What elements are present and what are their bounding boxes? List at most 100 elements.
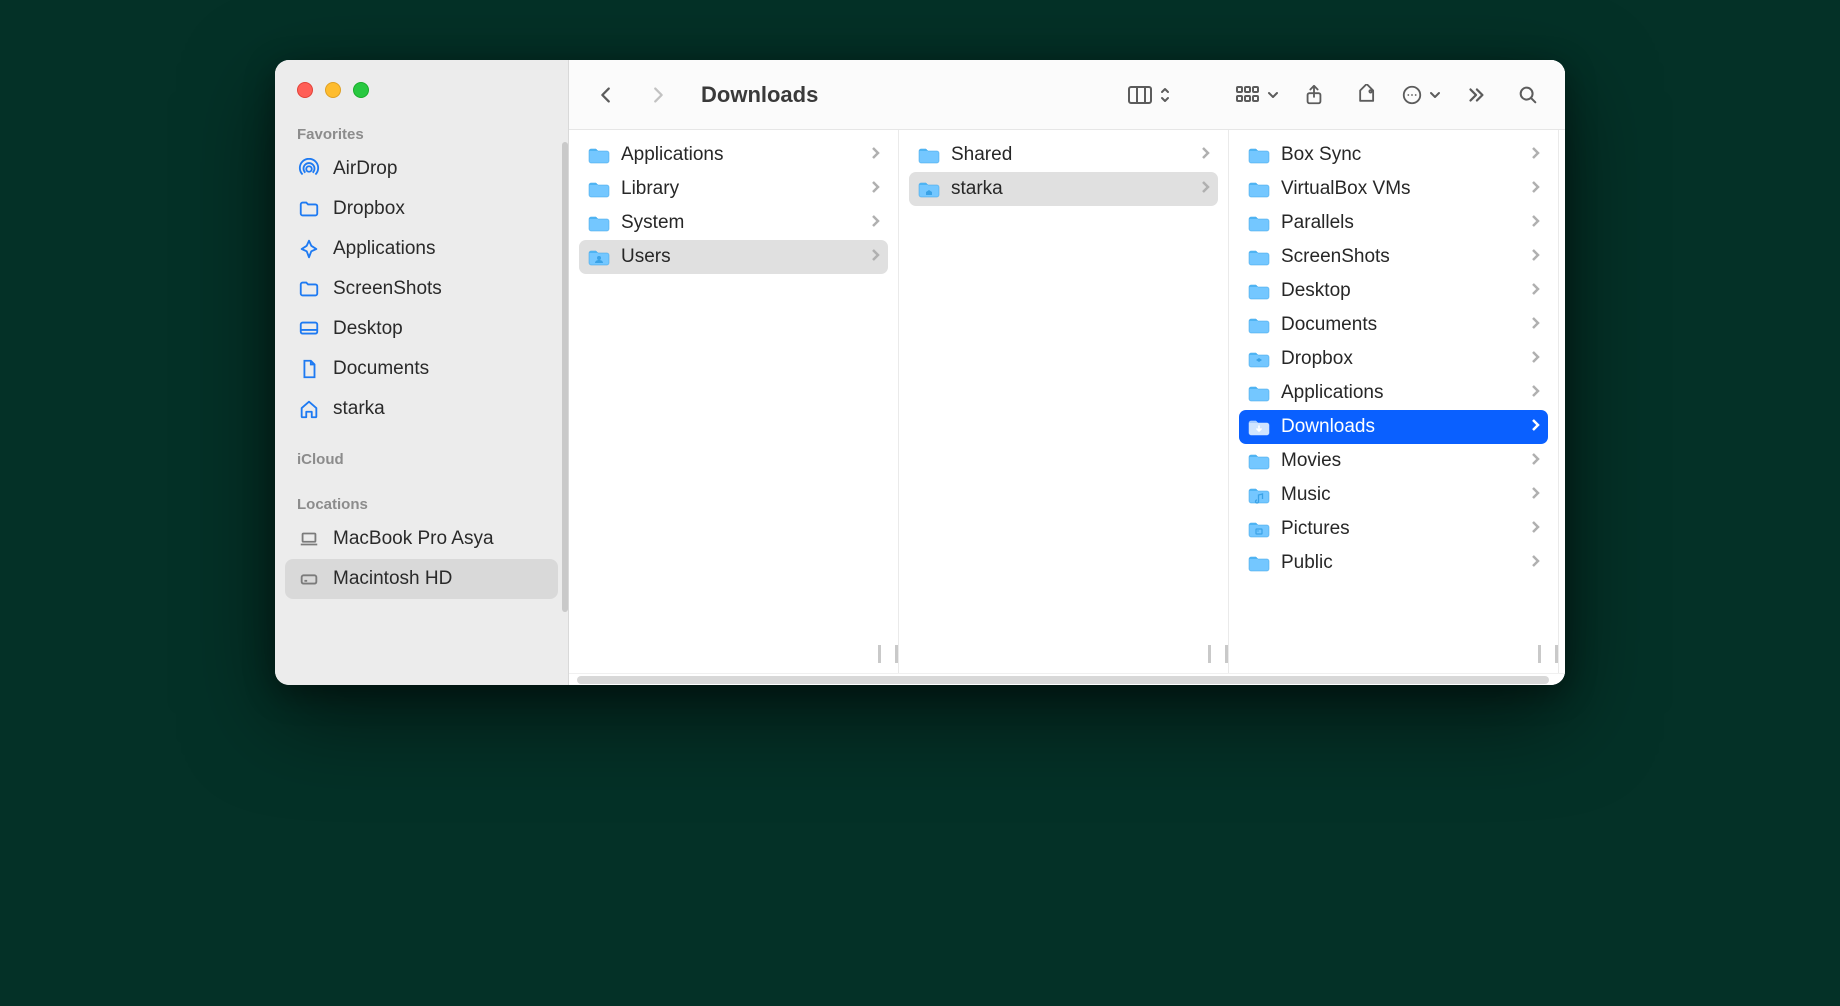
file-row[interactable]: Applications bbox=[1239, 376, 1548, 410]
file-row[interactable]: Applications bbox=[579, 138, 888, 172]
folder-icon bbox=[1247, 281, 1271, 301]
close-window-button[interactable] bbox=[297, 82, 313, 98]
folder-icon bbox=[297, 277, 321, 301]
file-name: Box Sync bbox=[1281, 144, 1520, 166]
sidebar-item[interactable]: Desktop bbox=[285, 309, 558, 349]
chevron-right-icon bbox=[1530, 484, 1540, 506]
file-row[interactable]: System bbox=[579, 206, 888, 240]
horizontal-scrollbar-track[interactable] bbox=[569, 673, 1565, 685]
forward-button[interactable] bbox=[641, 78, 675, 112]
file-row[interactable]: Box Sync bbox=[1239, 138, 1548, 172]
file-name: Dropbox bbox=[1281, 348, 1520, 370]
sidebar-item-label: Documents bbox=[333, 358, 429, 380]
sidebar-item[interactable]: Dropbox bbox=[285, 189, 558, 229]
file-name: Shared bbox=[951, 144, 1190, 166]
chevron-right-icon bbox=[1530, 144, 1540, 166]
chevron-right-icon bbox=[1530, 450, 1540, 472]
file-name: Music bbox=[1281, 484, 1520, 506]
folder-icon bbox=[1247, 247, 1271, 267]
zoom-window-button[interactable] bbox=[353, 82, 369, 98]
folder-icon bbox=[1247, 315, 1271, 335]
file-row[interactable]: Public bbox=[1239, 546, 1548, 580]
group-by-button[interactable] bbox=[1235, 85, 1279, 105]
file-row[interactable]: ScreenShots bbox=[1239, 240, 1548, 274]
sidebar-section-list: AirDrop DropboxApplications ScreenShots Des… bbox=[275, 149, 568, 429]
sidebar-item[interactable]: ScreenShots bbox=[285, 269, 558, 309]
folder-icon bbox=[1247, 213, 1271, 233]
sidebar-item-label: Desktop bbox=[333, 318, 403, 340]
back-button[interactable] bbox=[589, 78, 623, 112]
sidebar-item[interactable]: starka bbox=[285, 389, 558, 429]
sidebar: Favorites AirDrop DropboxApplications Scree… bbox=[275, 60, 569, 685]
chevron-right-icon bbox=[1530, 178, 1540, 200]
file-name: VirtualBox VMs bbox=[1281, 178, 1520, 200]
content-area: Downloads bbox=[569, 60, 1565, 685]
chevron-right-icon bbox=[1200, 178, 1210, 200]
browser-column: Shared starka bbox=[899, 130, 1229, 673]
chevron-right-icon bbox=[1530, 518, 1540, 540]
laptop-icon bbox=[297, 527, 321, 551]
folder-icon bbox=[587, 213, 611, 233]
file-row[interactable]: Library bbox=[579, 172, 888, 206]
tags-button[interactable] bbox=[1349, 78, 1383, 112]
file-row[interactable]: Documents bbox=[1239, 308, 1548, 342]
sidebar-item[interactable]: Macintosh HD bbox=[285, 559, 558, 599]
chevron-right-icon bbox=[1530, 212, 1540, 234]
sidebar-section-header: Locations bbox=[275, 474, 568, 519]
file-name: Movies bbox=[1281, 450, 1520, 472]
browser-column: Applications Library System Users bbox=[569, 130, 899, 673]
sidebar-item[interactable]: AirDrop bbox=[285, 149, 558, 189]
sidebar-item-label: AirDrop bbox=[333, 158, 397, 180]
chevron-right-icon bbox=[1530, 382, 1540, 404]
file-name: Downloads bbox=[1281, 416, 1520, 438]
sidebar-item[interactable]: Applications bbox=[285, 229, 558, 269]
file-row[interactable]: Shared bbox=[909, 138, 1218, 172]
sidebar-item[interactable]: MacBook Pro Asya bbox=[285, 519, 558, 559]
toolbar-overflow-button[interactable] bbox=[1459, 78, 1493, 112]
folder-icon bbox=[917, 179, 941, 199]
finder-window: FavoritesAirDropDropboxApplicationsScree… bbox=[275, 60, 1565, 685]
sidebar-item-label: ScreenShots bbox=[333, 278, 442, 300]
chevron-right-icon bbox=[1200, 144, 1210, 166]
sidebar-scrollbar[interactable] bbox=[562, 142, 568, 612]
file-name: Library bbox=[621, 178, 860, 200]
folder-icon bbox=[1247, 451, 1271, 471]
file-row[interactable]: Movies bbox=[1239, 444, 1548, 478]
minimize-window-button[interactable] bbox=[325, 82, 341, 98]
sidebar-section-header: Favorites bbox=[275, 110, 568, 149]
horizontal-scrollbar-thumb[interactable] bbox=[577, 676, 1549, 684]
file-row[interactable]: Music bbox=[1239, 478, 1548, 512]
file-name: System bbox=[621, 212, 860, 234]
file-name: Documents bbox=[1281, 314, 1520, 336]
chevron-right-icon bbox=[1530, 552, 1540, 574]
file-row[interactable]: Users bbox=[579, 240, 888, 274]
sidebar-item-label: Macintosh HD bbox=[333, 568, 452, 590]
sidebar-item[interactable]: Documents bbox=[285, 349, 558, 389]
file-row[interactable]: Parallels bbox=[1239, 206, 1548, 240]
chevron-right-icon bbox=[870, 246, 880, 268]
share-button[interactable] bbox=[1297, 78, 1331, 112]
chevron-right-icon bbox=[1530, 246, 1540, 268]
file-row[interactable]: Pictures bbox=[1239, 512, 1548, 546]
chevron-right-icon bbox=[1530, 314, 1540, 336]
chevron-right-icon bbox=[870, 212, 880, 234]
file-name: Applications bbox=[621, 144, 860, 166]
desktop-icon bbox=[297, 317, 321, 341]
file-name: starka bbox=[951, 178, 1190, 200]
file-name: ScreenShots bbox=[1281, 246, 1520, 268]
file-row[interactable]: Dropbox bbox=[1239, 342, 1548, 376]
chevron-right-icon bbox=[870, 178, 880, 200]
airdrop-icon bbox=[297, 157, 321, 181]
chevron-right-icon bbox=[1530, 416, 1540, 438]
file-row[interactable]: starka bbox=[909, 172, 1218, 206]
file-row[interactable]: VirtualBox VMs bbox=[1239, 172, 1548, 206]
more-actions-button[interactable] bbox=[1401, 84, 1441, 106]
view-mode-button[interactable] bbox=[1127, 84, 1171, 106]
file-name: Desktop bbox=[1281, 280, 1520, 302]
search-button[interactable] bbox=[1511, 78, 1545, 112]
chevron-right-icon bbox=[1530, 348, 1540, 370]
file-name: Users bbox=[621, 246, 860, 268]
file-row[interactable]: Desktop bbox=[1239, 274, 1548, 308]
file-row[interactable]: Downloads bbox=[1239, 410, 1548, 444]
window-title: Downloads bbox=[701, 82, 818, 108]
